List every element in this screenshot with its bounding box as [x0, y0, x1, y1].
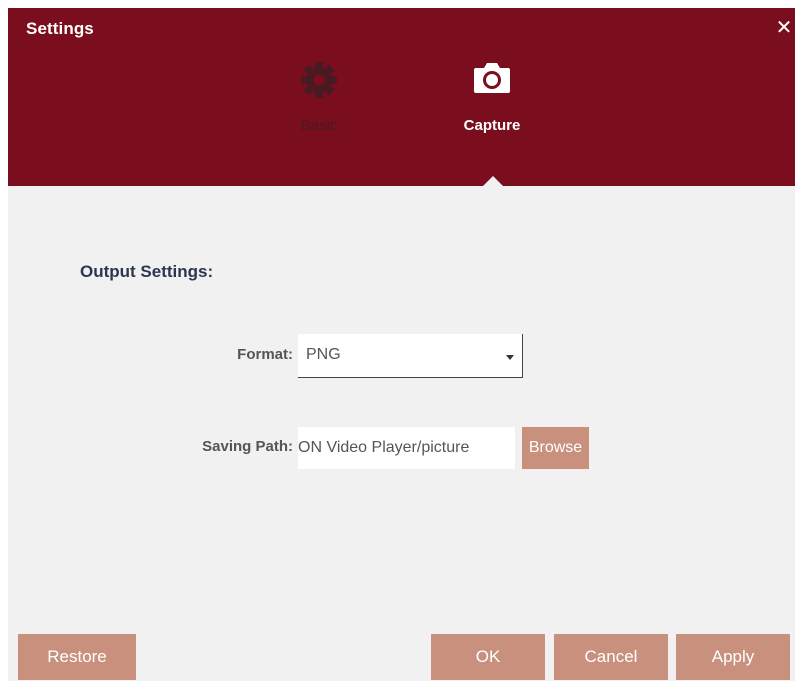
- output-settings-heading: Output Settings:: [80, 262, 214, 281]
- saving-path-input[interactable]: [298, 427, 515, 469]
- tab-basic[interactable]: Basic: [269, 58, 369, 138]
- active-tab-indicator: [483, 176, 503, 186]
- camera-icon: [474, 63, 510, 93]
- format-select[interactable]: PNG: [298, 334, 523, 378]
- format-label: Format:: [237, 346, 293, 363]
- browse-button[interactable]: Browse: [522, 427, 589, 469]
- settings-dialog: Settings ✕ Basic Capture Output Settings…: [8, 8, 795, 681]
- dialog-title: Settings: [26, 19, 94, 38]
- gear-icon: [301, 62, 337, 98]
- ok-button[interactable]: OK: [431, 634, 545, 680]
- saving-path-label: Saving Path:: [202, 438, 293, 455]
- restore-button[interactable]: Restore: [18, 634, 136, 680]
- cancel-button[interactable]: Cancel: [554, 634, 668, 680]
- close-icon[interactable]: ✕: [773, 17, 795, 39]
- chevron-down-icon: [506, 355, 514, 360]
- tab-basic-label: Basic: [300, 117, 338, 134]
- apply-button[interactable]: Apply: [676, 634, 790, 680]
- format-select-value: PNG: [306, 346, 341, 363]
- tab-capture-label: Capture: [463, 117, 521, 134]
- dialog-header: Settings ✕ Basic Capture: [8, 8, 795, 186]
- tab-capture[interactable]: Capture: [442, 58, 542, 138]
